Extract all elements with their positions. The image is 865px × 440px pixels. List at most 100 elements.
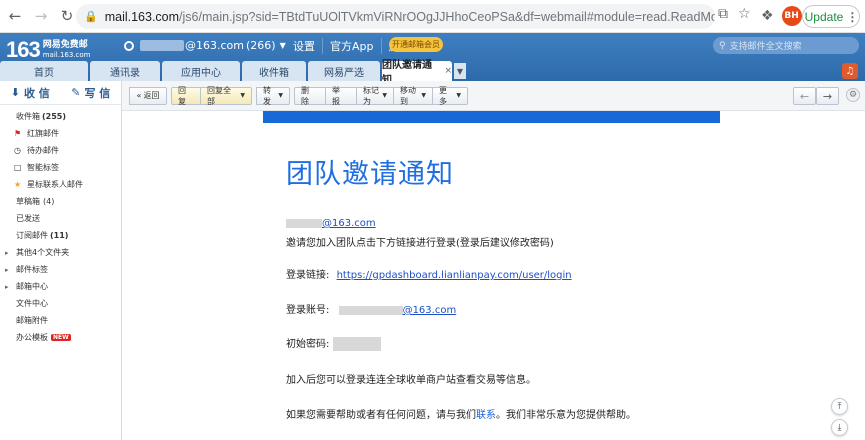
report-button[interactable]: 举 报 bbox=[325, 86, 357, 106]
password-line: 初始密码: bbox=[286, 335, 381, 351]
redacted-account bbox=[338, 305, 403, 315]
sidebar-item-mail-tags[interactable]: ▸ 邮件标签 bbox=[0, 261, 121, 278]
download-icon: ⬇ bbox=[10, 86, 20, 99]
settings-link[interactable]: 设置 bbox=[286, 38, 323, 54]
move-to-button[interactable]: 移动到 ▼ bbox=[393, 86, 433, 106]
expand-arrow-icon[interactable]: ▸ bbox=[5, 266, 9, 274]
sidebar-item-other-folders[interactable]: ▸ 其他4个文件夹 bbox=[0, 244, 121, 261]
sidebar-item-attachments[interactable]: 邮箱附件 bbox=[0, 312, 121, 329]
lock-icon: 🔒 bbox=[84, 11, 98, 23]
sidebar-item-label: 邮箱附件 bbox=[16, 316, 48, 325]
music-icon[interactable]: ♫ bbox=[842, 63, 858, 79]
browser-toolbar: ← → ↻ 🔒 mail.163.com/js6/main.jsp?sid=TB… bbox=[0, 0, 865, 33]
sidebar-item-star-contacts[interactable]: ★ 星标联系人邮件 bbox=[0, 176, 121, 193]
sidebar-item-flagged[interactable]: ⚑ 红旗邮件 bbox=[0, 125, 121, 142]
chevron-down-icon: ▼ bbox=[421, 92, 426, 99]
new-badge: NEW bbox=[51, 334, 71, 341]
sidebar-item-subscriptions[interactable]: 订阅邮件 (11) bbox=[0, 227, 121, 244]
sidebar-item-label: 草稿箱 bbox=[16, 197, 40, 206]
receive-label: 收 信 bbox=[23, 86, 50, 100]
next-mail-button[interactable]: → bbox=[816, 87, 839, 105]
close-icon[interactable]: × bbox=[444, 66, 452, 76]
share-icon[interactable]: ⧉ bbox=[718, 6, 728, 22]
login-link-label: 登录链接: bbox=[286, 270, 330, 281]
contact-link[interactable]: 联系 bbox=[476, 410, 496, 421]
sidebar-item-mailbox-center[interactable]: ▸ 邮箱中心 bbox=[0, 278, 121, 295]
email-title: 团队邀请通知 bbox=[286, 159, 454, 190]
search-input[interactable]: ⚲ 支持邮件全文搜索 bbox=[713, 37, 859, 54]
expand-arrow-icon[interactable]: ▸ bbox=[5, 249, 9, 257]
tab-contacts[interactable]: 通讯录 bbox=[90, 61, 160, 81]
login-link[interactable]: https://gpdashboard.lianlianpay.com/user… bbox=[337, 270, 572, 281]
sidebar-item-smart-tags[interactable]: □ 智能标签 bbox=[0, 159, 121, 176]
profile-avatar[interactable]: BH bbox=[781, 6, 802, 26]
receive-button[interactable]: ⬇ 收 信 bbox=[0, 85, 61, 101]
sidebar-item-label: 待办邮件 bbox=[27, 146, 59, 155]
back-label: 返回 bbox=[143, 91, 160, 100]
password-label: 初始密码: bbox=[286, 339, 330, 350]
clock-icon: ◷ bbox=[14, 146, 21, 155]
tab-app-center[interactable]: 应用中心 bbox=[162, 61, 240, 81]
tab-invite-notice[interactable]: 团队邀请通知 × bbox=[382, 60, 452, 86]
reply-all-button[interactable]: 回复全部 ▼ bbox=[200, 86, 252, 106]
sidebar-item-label: 已发送 bbox=[16, 214, 40, 223]
forward-arrow-icon[interactable]: → bbox=[30, 5, 52, 27]
forward-button[interactable]: 转 发 ▼ bbox=[256, 86, 290, 106]
sidebar-item-office-templates[interactable]: 办公模板 NEW bbox=[0, 329, 121, 346]
update-button[interactable]: Update ⋮ bbox=[802, 5, 860, 28]
unread-count: (266) bbox=[246, 39, 276, 52]
sidebar-item-drafts[interactable]: 草稿箱 (4) bbox=[0, 193, 121, 210]
login-link-line: 登录链接: https://gpdashboard.lianlianpay.co… bbox=[286, 266, 572, 281]
prev-mail-button[interactable]: ← bbox=[793, 87, 816, 105]
reload-icon[interactable]: ↻ bbox=[56, 5, 78, 27]
delete-button[interactable]: 删 除 bbox=[294, 86, 326, 106]
logo-line2: mail.163.com bbox=[42, 51, 91, 59]
write-button[interactable]: ✎ 写 信 bbox=[61, 85, 122, 101]
back-arrow-icon[interactable]: ← bbox=[4, 5, 26, 27]
sidebar-item-label: 订阅邮件 bbox=[16, 231, 48, 240]
recipient-email-link[interactable]: @163.com bbox=[322, 218, 376, 229]
sidebar-item-todo[interactable]: ◷ 待办邮件 bbox=[0, 142, 121, 159]
gear-icon[interactable]: ⚙ bbox=[846, 88, 860, 102]
tabs-more-icon[interactable]: ▼ bbox=[454, 63, 466, 79]
tab-home[interactable]: 首页 bbox=[0, 61, 88, 81]
mail-logo[interactable]: 163 网易免费邮 mail.163.com bbox=[6, 37, 90, 63]
scroll-top-icon[interactable]: ⤒ bbox=[831, 398, 848, 415]
update-label: Update bbox=[804, 9, 844, 24]
menu-dots-icon: ⋮ bbox=[846, 9, 858, 24]
mark-as-button[interactable]: 标记为 ▼ bbox=[356, 86, 394, 106]
account-email-link[interactable]: @163.com bbox=[403, 305, 457, 316]
user-domain: @163.com bbox=[185, 39, 244, 52]
user-account[interactable]: ● @163.com (266) ▼ bbox=[124, 39, 286, 52]
info-text: 加入后您可以登录连连全球收单商户站查看交易等信息。 bbox=[286, 375, 536, 386]
invite-text: 邀请您加入团队点击下方链接进行登录(登录后建议修改密码) bbox=[286, 238, 554, 249]
url-path: /js6/main.jsp?sid=TBtdTuUOlTVkmViRNrOOgJ… bbox=[179, 9, 715, 24]
redacted-password bbox=[332, 337, 381, 351]
account-label: 登录账号: bbox=[286, 305, 330, 316]
star-icon: ★ bbox=[14, 180, 22, 189]
inbox-count: (255) bbox=[42, 112, 67, 121]
tab-yanxuan[interactable]: 网易严选 bbox=[308, 61, 380, 81]
sidebar-item-inbox[interactable]: 收件箱 (255) bbox=[0, 108, 121, 125]
sidebar-item-file-center[interactable]: 文件中心 bbox=[0, 295, 121, 312]
chevron-down-icon: ▼ bbox=[382, 92, 387, 99]
more-button[interactable]: 更 多 ▼ bbox=[432, 86, 468, 106]
sidebar-item-label: 邮件标签 bbox=[16, 265, 48, 274]
logo-line1: 网易免费邮 bbox=[42, 40, 88, 50]
mail-toolbar: « 返回 回 复 回复全部 ▼ 转 发 ▼ 删 除 举 报 标记为 ▼ 移动到 … bbox=[122, 81, 865, 111]
tab-inbox[interactable]: 收件箱 bbox=[242, 61, 306, 81]
bookmark-star-icon[interactable]: ☆ bbox=[738, 6, 751, 22]
flag-icon: ⚑ bbox=[14, 129, 22, 138]
logo-number: 163 bbox=[6, 37, 41, 62]
scroll-bottom-icon[interactable]: ⤓ bbox=[831, 419, 848, 436]
subscriptions-count: (11) bbox=[50, 231, 69, 240]
account-line: 登录账号: @163.com bbox=[286, 301, 456, 316]
address-bar[interactable]: 🔒 mail.163.com/js6/main.jsp?sid=TBtdTuUO… bbox=[76, 4, 715, 29]
extensions-icon[interactable]: ❖ bbox=[761, 8, 774, 24]
expand-arrow-icon[interactable]: ▸ bbox=[5, 283, 9, 291]
app-link[interactable]: 官方App bbox=[323, 38, 382, 54]
vip-button[interactable]: 开通邮箱会员 bbox=[389, 37, 443, 52]
reply-button[interactable]: 回 复 bbox=[171, 86, 201, 106]
back-button[interactable]: « 返回 bbox=[129, 86, 167, 105]
sidebar-item-sent[interactable]: 已发送 bbox=[0, 210, 121, 227]
